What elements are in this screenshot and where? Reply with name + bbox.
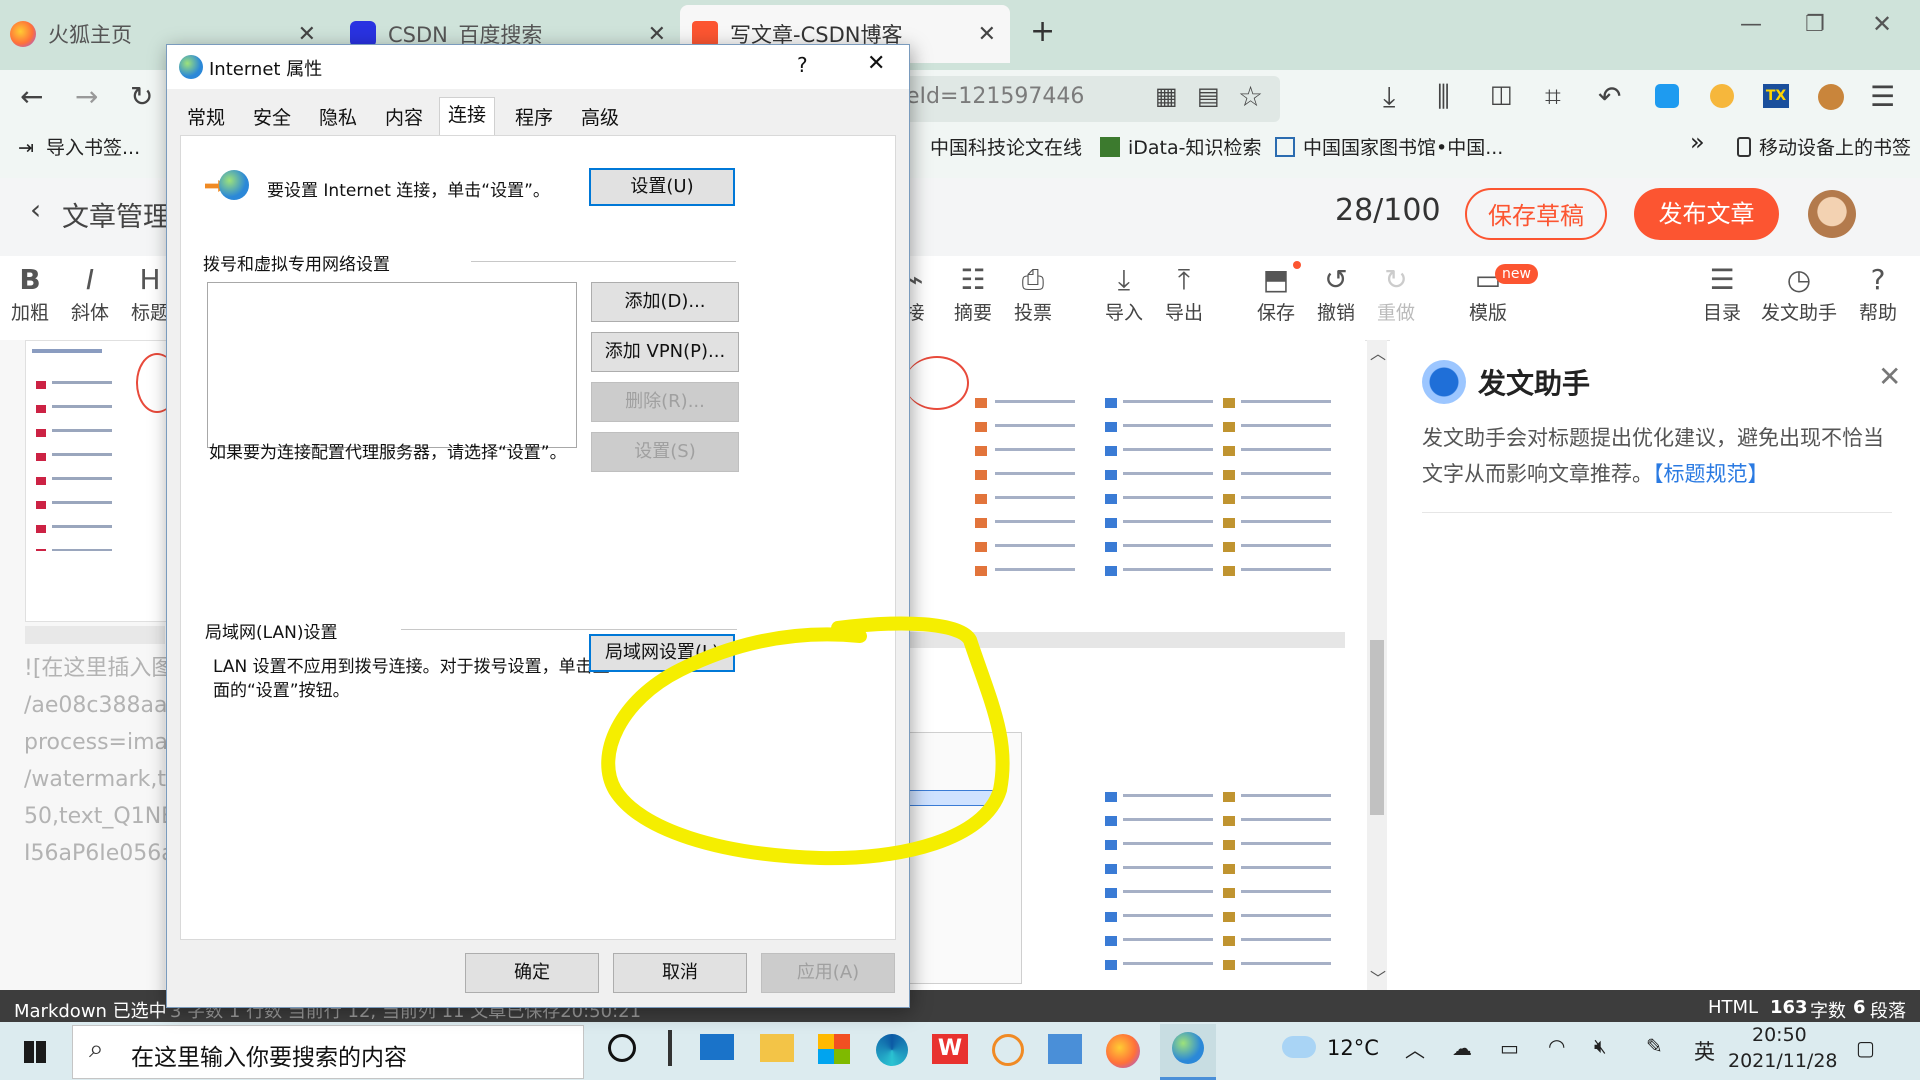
yellow-highlight-annotation — [601, 616, 1010, 866]
yellow-highlight-stroke — [601, 616, 1010, 866]
